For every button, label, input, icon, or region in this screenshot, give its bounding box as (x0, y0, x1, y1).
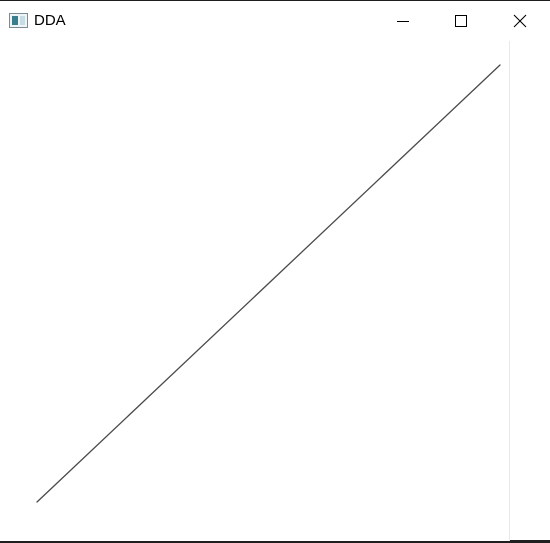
dda-canvas (36, 64, 501, 503)
app-window: DDA (0, 0, 550, 543)
close-icon (513, 14, 527, 28)
dda-line (36, 64, 501, 503)
close-button[interactable] (490, 1, 550, 41)
client-border (509, 41, 510, 541)
minimize-button[interactable] (374, 1, 432, 41)
maximize-icon (455, 15, 467, 27)
title-bar[interactable]: DDA (0, 1, 550, 41)
drawing-area (0, 41, 509, 541)
minimize-icon (397, 21, 409, 22)
app-icon[interactable] (9, 13, 28, 28)
window-title: DDA (34, 12, 66, 29)
maximize-button[interactable] (432, 1, 490, 41)
